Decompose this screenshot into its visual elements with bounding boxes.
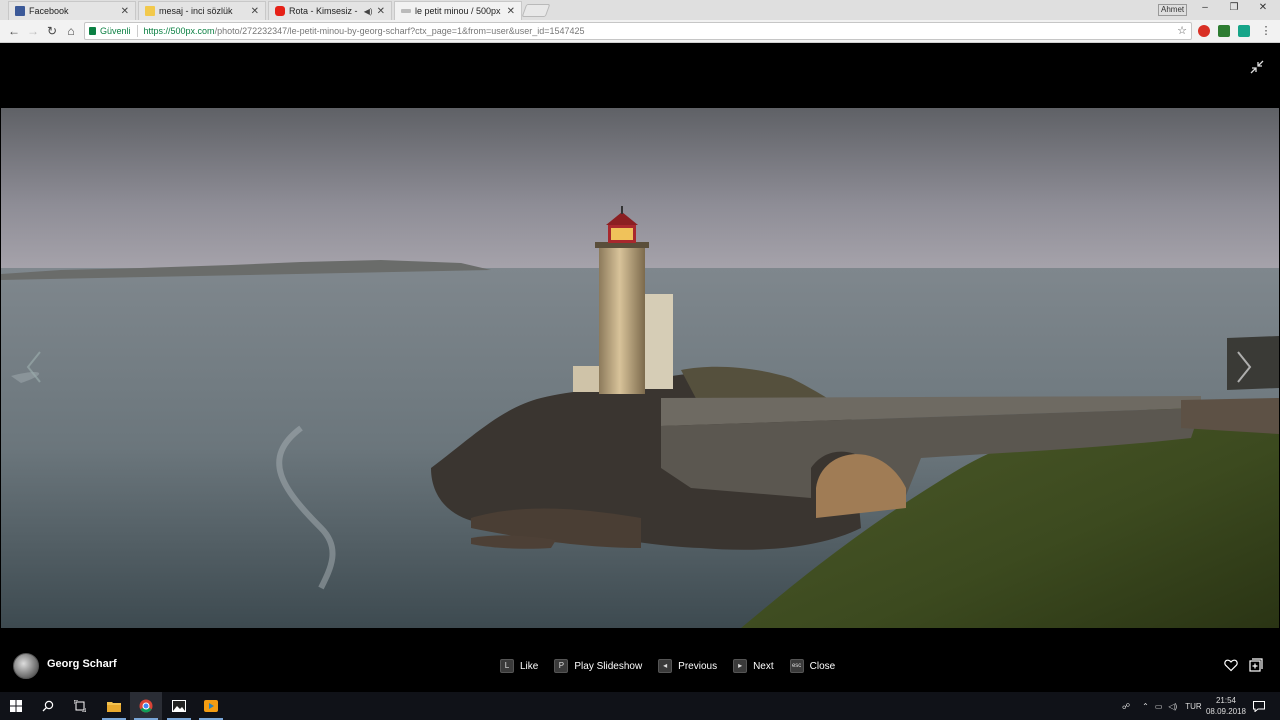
url-path: /photo/272232347/le-petit-minou-by-georg… [214, 26, 585, 36]
system-tray: ☍ ⌃ ▭ ◁) TUR [1122, 692, 1202, 720]
tab-inci-sozluk[interactable]: mesaj - inci sözlük ✕ [138, 1, 266, 20]
reload-icon[interactable]: ↻ [44, 23, 60, 39]
new-tab-button[interactable] [521, 4, 551, 17]
search-icon[interactable] [32, 692, 64, 720]
previous-button[interactable]: ◂ Previous [658, 659, 717, 673]
network-icon[interactable]: ▭ [1155, 702, 1163, 711]
input-language-indicator[interactable]: TUR [1185, 702, 1201, 711]
tray-expand-icon[interactable]: ⌃ [1142, 702, 1149, 711]
close-tab-icon[interactable]: ✕ [251, 6, 259, 17]
keyboard-shortcuts: L Like P Play Slideshow ◂ Previous ▸ Nex… [500, 659, 851, 673]
tab-title: le petit minou / 500px [415, 6, 501, 16]
tab-facebook[interactable]: Facebook ✕ [8, 1, 136, 20]
close-button[interactable]: esc Close [789, 659, 836, 673]
file-explorer-icon[interactable] [98, 692, 130, 720]
volume-icon[interactable]: ◁) [1168, 702, 1177, 711]
notifications-icon[interactable] [1246, 692, 1272, 720]
tab-500px[interactable]: le petit minou / 500px ✕ [394, 1, 522, 20]
audio-playing-icon[interactable]: ◀) [364, 7, 373, 16]
shortcut-label: Play Slideshow [574, 660, 643, 672]
restore-icon[interactable]: ❐ [1225, 2, 1243, 13]
clock[interactable]: 21:54 08.09.2018 [1206, 695, 1246, 717]
extension-red-icon[interactable] [1198, 25, 1210, 37]
shortcut-key: esc [789, 659, 804, 673]
shortcut-key: L [500, 659, 514, 673]
clock-time: 21:54 [1215, 696, 1236, 705]
like-button[interactable]: L Like [500, 659, 538, 673]
people-icon[interactable]: ☍ [1122, 702, 1130, 711]
avatar[interactable] [13, 653, 39, 679]
play-slideshow-button[interactable]: P Play Slideshow [554, 659, 642, 673]
bookmark-star-icon[interactable]: ☆ [1177, 24, 1187, 37]
shortcut-label: Like [520, 660, 539, 672]
lock-icon [89, 27, 96, 35]
profile-button[interactable]: Ahmet [1158, 4, 1188, 16]
viewer-bottom-bar: Georg Scharf L Like P Play Slideshow ◂ P… [0, 628, 1280, 692]
browser-toolbar: ← → ↻ ⌂ Güvenli https://500px.com /photo… [0, 20, 1280, 43]
collapse-fullscreen-icon[interactable] [1250, 60, 1264, 74]
next-photo-arrow-icon[interactable] [1236, 350, 1252, 384]
next-button[interactable]: ▸ Next [733, 659, 774, 673]
tab-title: mesaj - inci sözlük [159, 6, 233, 16]
home-icon[interactable]: ⌂ [63, 23, 79, 39]
extension-teal-icon[interactable] [1238, 25, 1250, 37]
clock-date: 08.09.2018 [1205, 707, 1246, 716]
windows-taskbar: ☍ ⌃ ▭ ◁) TUR 21:54 08.09.2018 [0, 692, 1280, 720]
500px-favicon-icon [401, 9, 411, 13]
photos-app-icon[interactable] [163, 692, 195, 720]
extension-green-icon[interactable] [1218, 25, 1230, 37]
tab-youtube[interactable]: Rota - Kimsesiz - You ◀) ✕ [268, 1, 392, 20]
youtube-favicon-icon [275, 6, 285, 16]
tab-title: Rota - Kimsesiz - You [289, 6, 360, 16]
task-view-icon[interactable] [64, 692, 96, 720]
close-window-icon[interactable]: ✕ [1254, 2, 1272, 13]
shortcut-label: Close [809, 660, 836, 672]
address-bar[interactable]: Güvenli https://500px.com /photo/2722323… [84, 22, 1192, 40]
divider [136, 25, 138, 37]
inci-favicon-icon [145, 6, 155, 16]
photographer-name[interactable]: Georg Scharf [47, 658, 117, 670]
minimize-icon[interactable]: – [1196, 2, 1214, 13]
media-player-icon[interactable] [195, 692, 227, 720]
security-label: Güvenli [100, 26, 131, 36]
windows-start-icon[interactable] [0, 692, 32, 720]
close-tab-icon[interactable]: ✕ [377, 6, 385, 17]
heart-icon[interactable] [1224, 658, 1238, 672]
shortcut-key: ◂ [658, 659, 673, 673]
shortcut-key: P [554, 659, 569, 673]
close-tab-icon[interactable]: ✕ [507, 6, 515, 17]
shortcut-label: Next [753, 660, 774, 672]
browser-tab-strip: Facebook ✕ mesaj - inci sözlük ✕ Rota - … [0, 0, 1280, 20]
add-to-collection-icon[interactable] [1249, 658, 1263, 672]
kebab-menu-icon[interactable]: ⋮ [1258, 23, 1274, 39]
facebook-favicon-icon [15, 6, 25, 16]
tab-title: Facebook [29, 6, 69, 16]
shortcut-label: Previous [678, 660, 718, 672]
back-arrow-icon[interactable]: ← [6, 23, 22, 39]
chrome-icon[interactable] [130, 692, 162, 720]
close-tab-icon[interactable]: ✕ [121, 6, 129, 17]
photo-viewer: Georg Scharf L Like P Play Slideshow ◂ P… [0, 44, 1280, 692]
security-indicator[interactable]: Güvenli [89, 26, 131, 36]
forward-arrow-icon[interactable]: → [25, 23, 41, 39]
url-host: https://500px.com [143, 26, 215, 36]
shortcut-key: ▸ [733, 659, 748, 673]
previous-photo-arrow-icon[interactable] [26, 350, 42, 384]
lighthouse-photo [1, 108, 1279, 628]
